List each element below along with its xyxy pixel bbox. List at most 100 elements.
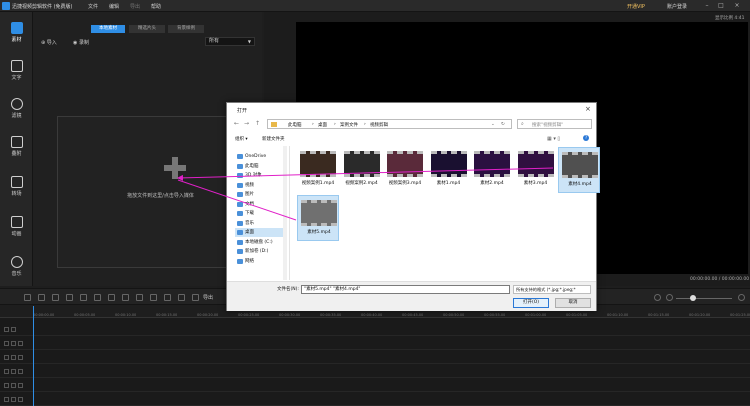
menu-export[interactable]: 导出 bbox=[130, 3, 140, 10]
maximize-icon[interactable]: □ bbox=[717, 2, 725, 10]
menu-help[interactable]: 帮助 bbox=[151, 3, 161, 10]
mic-icon[interactable] bbox=[178, 294, 185, 301]
playhead[interactable] bbox=[33, 306, 34, 406]
nav-label: 动画 bbox=[11, 231, 22, 237]
filename-input[interactable]: "素材5.mp4" "素材4.mp4" bbox=[301, 285, 510, 294]
track-controls[interactable] bbox=[4, 397, 26, 403]
import-button[interactable]: ⊕ 导入 bbox=[41, 39, 57, 46]
nav-animation[interactable]: 动画 bbox=[0, 212, 33, 250]
help-icon[interactable]: ? bbox=[583, 135, 589, 141]
speed-icon[interactable] bbox=[108, 294, 115, 301]
export-label[interactable]: 导出 bbox=[203, 294, 213, 301]
nav-pane-item[interactable]: OneDrive bbox=[235, 152, 287, 161]
breadcrumb-item[interactable]: 桌面 bbox=[318, 122, 327, 128]
refresh-icon[interactable]: ↻ bbox=[501, 122, 505, 127]
view-options-icon[interactable]: ▦ ▾ ▯ bbox=[547, 136, 560, 142]
nav-pane-item[interactable]: 音乐 bbox=[235, 219, 287, 228]
back-arrow-icon[interactable]: ← bbox=[234, 120, 239, 127]
nav-pane-item[interactable]: 图片 bbox=[235, 190, 287, 199]
tab-featured-intros[interactable]: 精选片头 bbox=[129, 25, 165, 33]
rotate-icon[interactable] bbox=[94, 294, 101, 301]
nav-media[interactable]: 素材 bbox=[0, 18, 33, 56]
address-bar[interactable]: 此电脑 › 桌面 › 案例文件 › 视频剪辑 ⌄ ↻ bbox=[267, 119, 512, 129]
nav-pane-item[interactable]: 新加卷 (D:) bbox=[235, 247, 287, 256]
nav-pane-item[interactable]: 网络 bbox=[235, 257, 287, 266]
minimize-icon[interactable]: – bbox=[703, 2, 711, 10]
open-button[interactable]: 打开(O) bbox=[513, 298, 549, 308]
forward-arrow-icon[interactable]: → bbox=[244, 120, 249, 127]
media-filter-select[interactable]: 所有 ▼ bbox=[205, 37, 255, 46]
nav-pane-item[interactable]: 下载 bbox=[235, 209, 287, 218]
close-icon[interactable]: × bbox=[585, 105, 591, 113]
search-input[interactable]: ⌕ 搜索"视频剪辑" bbox=[517, 119, 592, 129]
export-icon[interactable] bbox=[192, 294, 199, 301]
breadcrumb-item[interactable]: 此电脑 bbox=[288, 122, 302, 128]
navigation-pane-scrollbar[interactable] bbox=[283, 146, 287, 280]
color-icon[interactable] bbox=[136, 294, 143, 301]
zoom-slider[interactable] bbox=[676, 298, 732, 299]
aspect-ratio-label[interactable]: 显示比例 4:41 bbox=[715, 15, 745, 21]
delete-icon[interactable] bbox=[52, 294, 59, 301]
nav-pane-item[interactable]: 视频 bbox=[235, 181, 287, 190]
nav-text[interactable]: 文字 bbox=[0, 56, 33, 94]
crop-icon[interactable] bbox=[80, 294, 87, 301]
file-item[interactable]: 视频案例3.mp4 bbox=[384, 147, 426, 193]
nav-transition[interactable]: 转场 bbox=[0, 172, 33, 210]
nav-pane-item[interactable]: 文档 bbox=[235, 200, 287, 209]
nav-music[interactable]: 音乐 bbox=[0, 252, 33, 290]
track-row[interactable] bbox=[0, 380, 750, 392]
undo-icon[interactable] bbox=[24, 294, 31, 301]
tab-background-samples[interactable]: 背景样例 bbox=[168, 25, 204, 33]
file-item[interactable]: 素材5.mp4 bbox=[297, 195, 339, 241]
track-row[interactable] bbox=[0, 324, 750, 336]
volume-icon[interactable] bbox=[122, 294, 129, 301]
breadcrumb-item[interactable]: 案例文件 bbox=[340, 122, 358, 128]
close-icon[interactable]: × bbox=[733, 2, 741, 10]
vip-button[interactable]: 开通VIP bbox=[627, 3, 645, 10]
nav-pane-item[interactable]: 此电脑 bbox=[235, 162, 287, 171]
up-arrow-icon[interactable]: ↑ bbox=[255, 120, 260, 127]
new-folder-button[interactable]: 新建文件夹 bbox=[262, 136, 285, 142]
cut-icon[interactable] bbox=[66, 294, 73, 301]
menu-edit[interactable]: 编辑 bbox=[109, 3, 119, 10]
organize-button[interactable]: 组织 ▾ bbox=[235, 136, 248, 142]
track-row[interactable] bbox=[0, 338, 750, 350]
zoom-out-icon[interactable] bbox=[666, 294, 673, 301]
file-item[interactable]: 素材1.mp4 bbox=[428, 147, 470, 193]
file-item[interactable]: 素材3.mp4 bbox=[515, 147, 557, 193]
file-item[interactable]: 素材2.mp4 bbox=[471, 147, 513, 193]
settings-icon[interactable] bbox=[654, 294, 661, 301]
breadcrumb-item[interactable]: 视频剪辑 bbox=[370, 122, 388, 128]
track-row[interactable] bbox=[0, 366, 750, 378]
nav-pane-item[interactable]: 桌面 bbox=[235, 228, 287, 237]
track-controls[interactable] bbox=[4, 327, 26, 333]
file-item[interactable]: 视频案例1.mp4 bbox=[297, 147, 339, 193]
file-item[interactable]: 视频案例2.mp4 bbox=[341, 147, 383, 193]
track-controls[interactable] bbox=[4, 383, 26, 389]
login-button[interactable]: 账户登录 bbox=[667, 3, 687, 10]
track-controls[interactable] bbox=[4, 369, 26, 375]
tab-local-media[interactable]: 本地素材 bbox=[91, 25, 125, 33]
track-controls[interactable] bbox=[4, 341, 26, 347]
zoom-slider-handle[interactable] bbox=[690, 295, 696, 301]
record-button[interactable]: ◉ 录制 bbox=[73, 39, 89, 46]
nav-overlay[interactable]: 叠附 bbox=[0, 132, 33, 170]
timeline-tracks[interactable] bbox=[0, 318, 750, 406]
track-row[interactable] bbox=[0, 352, 750, 364]
nav-pane-item[interactable]: 3D 对象 bbox=[235, 171, 287, 180]
track-row[interactable] bbox=[0, 394, 750, 406]
chevron-down-icon[interactable]: ⌄ bbox=[491, 122, 495, 127]
freeze-icon[interactable] bbox=[164, 294, 171, 301]
menu-file[interactable]: 文件 bbox=[88, 3, 98, 10]
dialog-toolbar: 组织 ▾ 新建文件夹 ▦ ▾ ▯ ? bbox=[227, 133, 596, 144]
nav-filter[interactable]: 滤镜 bbox=[0, 94, 33, 132]
cancel-button[interactable]: 取消 bbox=[555, 298, 591, 308]
file-item[interactable]: 素材4.mp4 bbox=[558, 147, 600, 193]
mosaic-icon[interactable] bbox=[150, 294, 157, 301]
track-controls[interactable] bbox=[4, 355, 26, 361]
nav-pane-item[interactable]: 本地磁盘 (C:) bbox=[235, 238, 287, 247]
filetype-select[interactable]: 所有支持的格式 (*.jpg;*.jpeg;* bbox=[513, 285, 591, 294]
plus-icon[interactable] bbox=[164, 157, 186, 179]
zoom-in-icon[interactable] bbox=[738, 294, 745, 301]
redo-icon[interactable] bbox=[38, 294, 45, 301]
